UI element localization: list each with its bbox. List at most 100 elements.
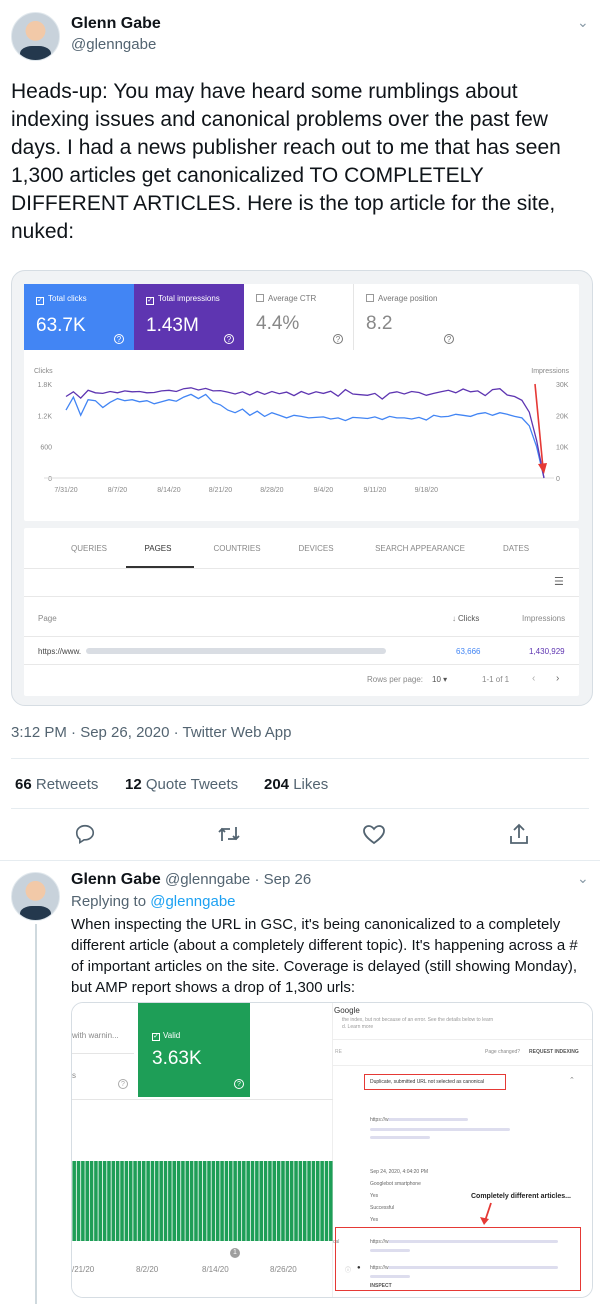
help-icon[interactable]: ? (444, 334, 454, 344)
column-header-impressions[interactable]: Impressions (522, 614, 565, 623)
amp-bar (229, 1161, 233, 1241)
likes-stat[interactable]: 204 Likes (264, 776, 328, 793)
help-icon[interactable]: ? (118, 1079, 128, 1089)
sort-arrow-icon[interactable]: ↓ (452, 614, 456, 623)
left-tick-label: 0 (48, 476, 52, 483)
column-header-page[interactable]: Page (38, 614, 57, 623)
blurred-url (388, 1240, 558, 1243)
url-inspection-image[interactable]: Google the index, but not because of an … (333, 1003, 592, 1297)
tweet-timestamp[interactable]: 3:12 PM · Sep 26, 2020 · Twitter Web App (11, 724, 291, 741)
performance-panel: ✓ Total clicks 63.7K ? ✓ Total impressions… (24, 284, 579, 521)
reply-author-avatar[interactable] (11, 872, 60, 921)
checkbox-icon[interactable] (256, 294, 264, 302)
prev-page-icon[interactable]: ‹ (532, 673, 535, 684)
amp-bar (102, 1161, 107, 1241)
tab-search-appearance[interactable]: SEARCH APPEARANCE (360, 544, 480, 553)
reply-media[interactable]: with warnin... s ? ✓ Valid 3.63K ? 1 /21/… (71, 1002, 593, 1298)
checkbox-icon[interactable]: ✓ (152, 1033, 160, 1041)
share-icon[interactable] (508, 822, 530, 846)
x-tick-label: 8/14/20 (157, 487, 180, 494)
tab-dates[interactable]: DATES (496, 544, 536, 553)
request-indexing-button[interactable]: REQUEST INDEXING (529, 1049, 579, 1055)
right-tick-label: 20K (556, 413, 569, 420)
valid-metric[interactable]: ✓ Valid 3.63K ? (138, 1003, 250, 1097)
amp-bar (259, 1161, 263, 1241)
checkbox-icon[interactable]: ✓ (36, 297, 44, 305)
replying-to-handle[interactable]: @glenngabe (150, 893, 235, 910)
amp-bar (294, 1161, 298, 1241)
cut-label: s (72, 1071, 76, 1080)
checkbox-icon[interactable]: ✓ (146, 297, 154, 305)
author-name[interactable]: Glenn Gabe (71, 15, 161, 33)
retweet-icon[interactable] (217, 823, 241, 845)
author-handle[interactable]: @glenngabe (71, 36, 156, 53)
author-avatar[interactable] (11, 12, 60, 61)
amp-bar (176, 1161, 181, 1241)
reply-author-name[interactable]: Glenn Gabe (71, 871, 161, 888)
amp-bar (124, 1161, 129, 1241)
checkbox-icon[interactable] (366, 294, 374, 302)
amp-bar (94, 1161, 98, 1241)
chevron-down-icon[interactable]: ⌄ (577, 870, 589, 887)
divider (24, 636, 579, 637)
chevron-down-icon[interactable]: ⌄ (577, 14, 589, 31)
help-icon[interactable]: ⓘ (345, 1265, 351, 1274)
tab-pages[interactable]: PAGES (128, 544, 188, 553)
row-impressions: 1,430,929 (529, 647, 565, 656)
quote-tweets-stat[interactable]: 12 Quote Tweets (125, 776, 238, 793)
retweets-stat[interactable]: 66 Retweets (15, 776, 98, 793)
left-axis-title: Clicks (34, 368, 53, 375)
amp-bar (285, 1161, 290, 1241)
column-header-clicks[interactable]: Clicks (458, 614, 479, 623)
amp-bar (233, 1161, 237, 1241)
reply-date[interactable]: Sep 26 (264, 871, 312, 888)
divider (24, 568, 579, 569)
amp-bar (268, 1161, 272, 1241)
inspect-link[interactable]: INSPECT (370, 1283, 392, 1289)
metric-average-position[interactable]: Average position 8.2 ? (354, 284, 464, 350)
table-row[interactable]: https://www. 63,666 1,430,929 (24, 638, 579, 664)
amp-report-image[interactable]: with warnin... s ? ✓ Valid 3.63K ? 1 /21/… (72, 1003, 333, 1297)
crawl-date: Sep 24, 2020, 4:04:20 PM (370, 1169, 429, 1175)
row-clicks: 63,666 (456, 647, 481, 656)
tab-queries[interactable]: QUERIES (64, 544, 114, 553)
tab-devices[interactable]: DEVICES (286, 544, 346, 553)
tweet-media-gsc[interactable]: ✓ Total clicks 63.7K ? ✓ Total impressions… (11, 270, 593, 706)
performance-chart: Clicks Impressions 1.8K 1.2K 600 0 30K 20K 10K… (34, 368, 570, 494)
cut-label: RE (335, 1049, 342, 1055)
x-tick-label: 8/28/20 (260, 487, 283, 494)
rows-per-page-select[interactable]: 10 ▾ (432, 675, 447, 684)
metric-average-ctr[interactable]: Average CTR 4.4% ? (244, 284, 354, 350)
reply-icon[interactable] (74, 823, 96, 845)
x-tick-label: 7/31/20 (54, 487, 77, 494)
reply-author-handle[interactable]: @glenngabe (165, 871, 250, 888)
help-icon[interactable]: ? (333, 334, 343, 344)
next-page-icon[interactable]: › (556, 673, 559, 684)
help-icon[interactable]: ? (224, 334, 234, 344)
series-line-clicks (65, 393, 545, 479)
help-icon[interactable]: ? (234, 1079, 244, 1089)
amp-bar (324, 1161, 329, 1241)
filter-icon[interactable]: ☰ (554, 575, 564, 588)
metric-total-impressions[interactable]: ✓ Total impressions 1.43M ? (134, 284, 244, 350)
annotation-text: Completely different articles... (471, 1193, 571, 1200)
help-icon[interactable]: ? (114, 334, 124, 344)
metric-total-clicks[interactable]: ✓ Total clicks 63.7K ? (24, 284, 134, 350)
timeline-badge[interactable]: 1 (230, 1248, 240, 1258)
like-icon[interactable] (362, 823, 386, 845)
amp-bar (155, 1161, 159, 1241)
amp-bar (289, 1161, 294, 1241)
tab-countries[interactable]: COUNTRIES (202, 544, 272, 553)
blurred-url (370, 1128, 510, 1131)
amp-bar (128, 1161, 133, 1241)
info-icon[interactable]: ● (357, 1265, 361, 1271)
canonical-status: Duplicate, submitted URL not selected as… (370, 1079, 485, 1085)
amp-bar (185, 1161, 190, 1241)
crawl-allowed: Yes (370, 1193, 379, 1199)
amp-x-tick-label: 8/26/20 (270, 1265, 297, 1274)
right-tick-label: 30K (556, 382, 569, 389)
row-url[interactable]: https://www. (38, 647, 81, 656)
amp-bar (181, 1161, 185, 1241)
collapse-icon[interactable]: ⌃ (569, 1076, 575, 1084)
learn-more-link[interactable]: d. Learn more (342, 1024, 373, 1030)
